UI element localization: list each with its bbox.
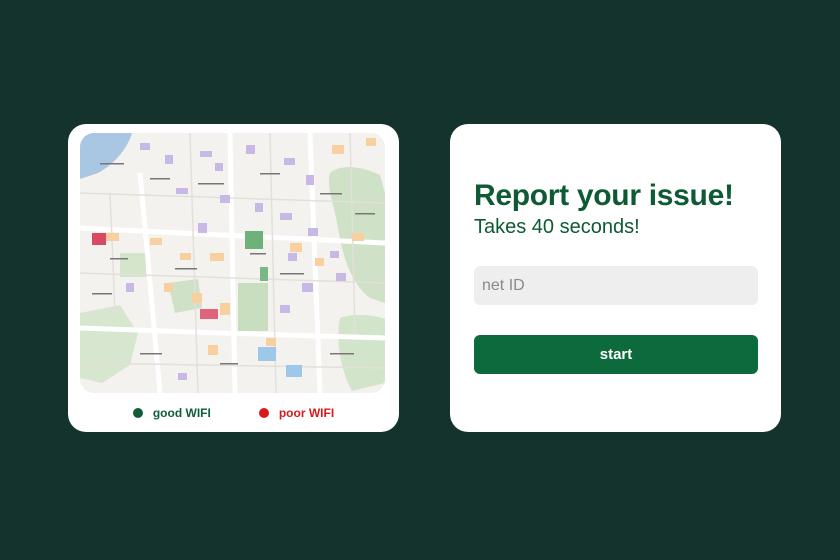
blue-building [258, 347, 276, 361]
good-wifi-building-2 [260, 267, 268, 281]
legend-poor-wifi: poor WIFI [258, 406, 335, 420]
page-title: Report your issue! [474, 179, 734, 212]
blue-building-2 [286, 365, 302, 377]
report-form-card: Report your issue! Takes 40 seconds! sta… [450, 124, 781, 432]
good-wifi-dot-icon [132, 408, 143, 418]
net-id-input[interactable] [474, 266, 758, 305]
good-wifi-building [245, 231, 263, 249]
field-green [120, 253, 146, 277]
campus-map-graphic [80, 133, 385, 393]
poor-wifi-building-2 [200, 309, 218, 319]
central-quad [238, 283, 268, 331]
poor-wifi-building [92, 233, 106, 245]
legend-good-wifi: good WIFI [132, 406, 211, 420]
good-wifi-label: good WIFI [152, 406, 211, 420]
poor-wifi-label: poor WIFI [278, 406, 335, 420]
map-legend: good WIFI poor WIFI [68, 404, 399, 422]
poor-wifi-dot-icon [258, 408, 269, 418]
map-card: good WIFI poor WIFI [68, 124, 399, 432]
page-subtitle: Takes 40 seconds! [474, 216, 640, 238]
start-button[interactable]: start [474, 335, 758, 374]
campus-map[interactable] [80, 133, 385, 393]
